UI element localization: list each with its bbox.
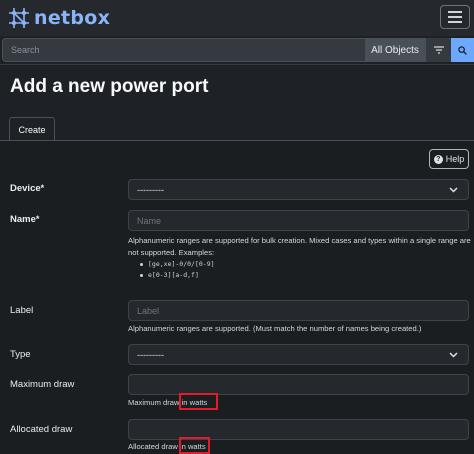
search-input[interactable] [2,38,365,62]
label-input[interactable]: Label [128,300,469,321]
highlight-box [179,393,218,410]
maximum-draw-input[interactable] [128,374,469,395]
type-select-value: --------- [137,349,164,360]
page-title: Add a new power port [10,76,209,97]
highlight-box [179,437,210,454]
netbox-logo-icon [9,8,29,28]
top-navbar: netbox [0,0,474,36]
label-placeholder: Label [137,305,160,316]
menu-toggle-button[interactable] [440,5,470,29]
device-select[interactable]: --------- [128,179,469,200]
device-label: Device* [10,183,45,194]
label-field-label: Label [10,305,34,316]
search-scope-dropdown[interactable]: All Objects [365,38,425,62]
type-select[interactable]: --------- [128,344,469,365]
header-divider [0,64,474,65]
name-input[interactable]: Name [128,210,469,231]
required-marker: * [40,183,45,193]
maximum-draw-label: Maximum draw [10,379,75,390]
app-name: netbox [34,7,111,29]
name-label: Name* [10,214,40,225]
name-placeholder: Name [137,215,162,226]
name-example-item: e[0-3][a-d,f] [140,271,199,279]
question-circle-icon: ? [433,154,443,164]
required-marker: * [35,214,40,224]
allocated-draw-label: Allocated draw [10,424,73,435]
search-icon [458,45,467,55]
netbox-logo[interactable]: netbox [8,6,110,30]
hamburger-icon [448,11,462,13]
label-hint: Alphanumeric ranges are supported. (Must… [128,324,422,333]
device-select-value: --------- [137,184,164,195]
chevron-down-icon [449,186,458,193]
name-hint-line2: not supported. Examples: [128,248,215,257]
help-button[interactable]: ? Help [429,149,469,169]
search-submit-button[interactable] [451,38,474,62]
chevron-down-icon [449,351,458,358]
name-example-item: [ge,xe]-0/0/[0-9] [140,260,215,268]
global-search-bar: All Objects [0,38,474,62]
filter-icon [433,46,444,54]
tab-create[interactable]: Create [9,117,55,141]
name-hint-line1: Alphanumeric ranges are supported for bu… [128,236,471,245]
help-label: Help [445,154,465,164]
search-filter-button[interactable] [425,38,451,62]
type-label: Type [10,349,31,360]
